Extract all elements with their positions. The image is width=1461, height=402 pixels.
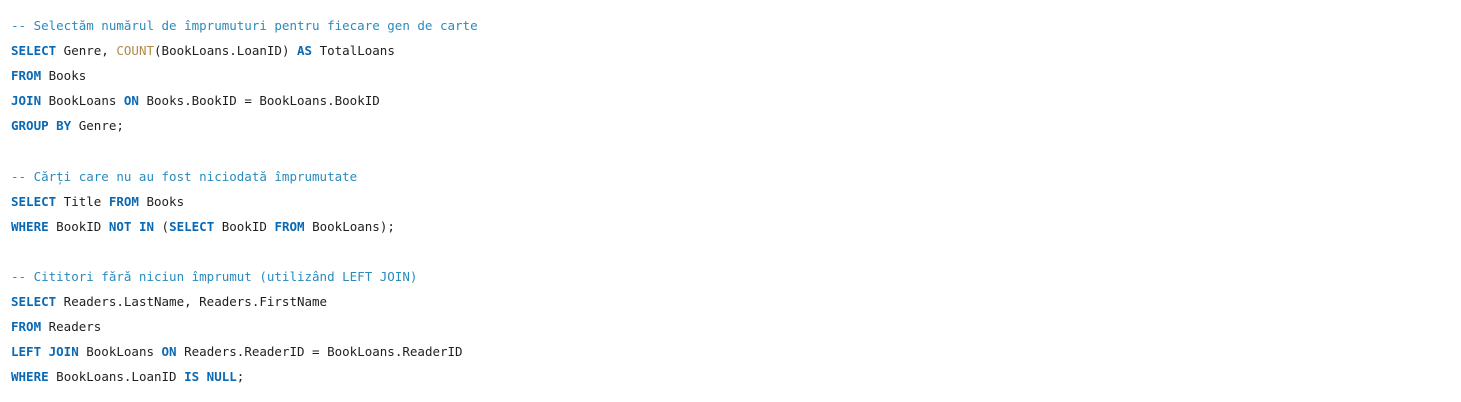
sql-keyword: LEFT JOIN — [11, 344, 79, 360]
sql-keyword: NOT IN — [108, 218, 155, 234]
sql-comment: -- Cititori fără niciun împrumut (utiliz… — [11, 268, 418, 284]
sql-identifier: Genre, — [56, 43, 117, 59]
sql-identifier: Readers.LastName, Readers.FirstName — [56, 294, 328, 310]
sql-keyword: SELECT — [11, 294, 57, 310]
sql-identifier: Books — [41, 68, 87, 84]
sql-keyword: IS NULL — [184, 369, 237, 385]
sql-identifier: ; — [236, 369, 245, 385]
sql-comment: -- Selectăm numărul de împrumuturi pentr… — [11, 18, 478, 33]
sql-keyword: JOIN — [11, 93, 42, 109]
sql-identifier: BookLoans — [41, 93, 124, 109]
code-line: -- Cărți care nu au fost niciodată împru… — [11, 164, 1451, 189]
sql-keyword: FROM — [108, 193, 139, 209]
sql-identifier: TotalLoans — [312, 43, 395, 59]
sql-identifier: Books.BookID = BookLoans.BookID — [138, 93, 380, 109]
sql-keyword: FROM — [11, 319, 42, 335]
sql-identifier: ( — [154, 218, 170, 234]
sql-identifier: Readers — [41, 319, 102, 335]
code-line: GROUP BY Genre; — [11, 113, 1451, 138]
sql-keyword: SELECT — [169, 218, 215, 234]
code-line: SELECT Genre, COUNT(BookLoans.LoanID) AS… — [11, 38, 1451, 63]
sql-keyword: FROM — [11, 68, 42, 84]
sql-code-block: -- Selectăm numărul de împrumuturi pentr… — [11, 13, 1451, 389]
code-line: FROM Books — [11, 63, 1451, 88]
sql-identifier: BookLoans — [78, 344, 162, 360]
code-line: LEFT JOIN BookLoans ON Readers.ReaderID … — [11, 339, 1451, 364]
sql-keyword: ON — [123, 93, 139, 109]
code-line: JOIN BookLoans ON Books.BookID = BookLoa… — [11, 88, 1451, 113]
sql-comment: -- Cărți care nu au fost niciodată împru… — [11, 168, 358, 184]
sql-identifier: BookLoans); — [304, 218, 395, 234]
sql-keyword: ON — [161, 344, 177, 360]
sql-keyword: GROUP BY — [11, 118, 72, 134]
code-line: SELECT Title FROM Books — [11, 189, 1451, 214]
sql-function: COUNT — [116, 43, 155, 59]
code-line: -- Cititori fără niciun împrumut (utiliz… — [11, 264, 1451, 289]
code-line: -- Selectăm numărul de împrumuturi pentr… — [11, 13, 1451, 38]
sql-keyword: SELECT — [11, 193, 57, 209]
code-line: WHERE BookLoans.LoanID IS NULL; — [11, 364, 1451, 389]
sql-identifier: BookLoans.LoanID — [48, 369, 185, 385]
sql-identifier: Title — [56, 193, 109, 209]
code-line: WHERE BookID NOT IN (SELECT BookID FROM … — [11, 214, 1451, 239]
sql-keyword: AS — [297, 43, 313, 59]
sql-identifier: (BookLoans.LoanID) — [154, 43, 298, 59]
code-line: SELECT Readers.LastName, Readers.FirstNa… — [11, 289, 1451, 314]
sql-identifier: BookID — [48, 218, 109, 234]
sql-keyword: FROM — [274, 218, 305, 234]
sql-keyword: SELECT — [11, 43, 57, 59]
sql-keyword: WHERE — [11, 218, 49, 234]
blank-line: ​ — [11, 138, 1451, 163]
sql-identifier: Books — [138, 193, 185, 209]
blank-line: ​ — [11, 239, 1451, 264]
sql-identifier: Readers.ReaderID = BookLoans.ReaderID — [176, 344, 463, 360]
code-line: FROM Readers — [11, 314, 1451, 339]
sql-keyword: WHERE — [11, 369, 49, 385]
sql-identifier: BookID — [214, 218, 275, 234]
sql-identifier: Genre; — [71, 118, 124, 134]
